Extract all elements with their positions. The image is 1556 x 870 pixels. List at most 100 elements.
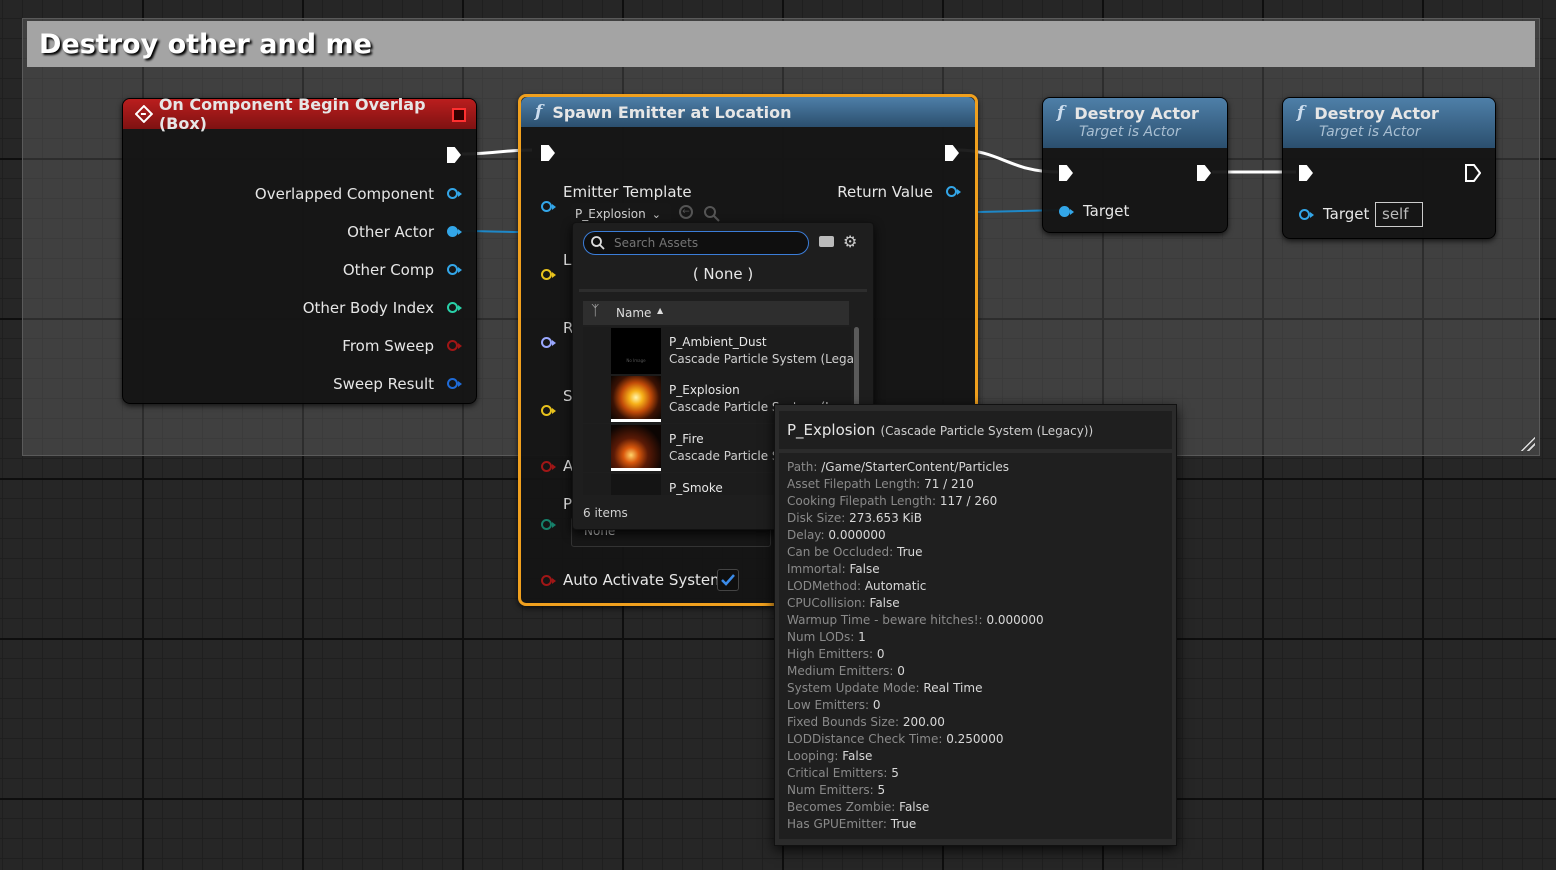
tooltip-key: LODDistance Check Time: xyxy=(787,732,943,746)
destroy1-exec-in-pin[interactable] xyxy=(1059,165,1073,181)
divider xyxy=(579,289,867,292)
tooltip-row: Warmup Time - beware hitches!: 0.000000 xyxy=(787,612,1172,629)
event-node-title: On Component Begin Overlap (Box) xyxy=(158,95,426,133)
pin-label-sweep-result: Sweep Result xyxy=(333,375,434,393)
pin-auto-activate[interactable] xyxy=(541,575,556,586)
pin-label-emitter-template: Emitter Template xyxy=(563,183,692,201)
tooltip-value: 117 / 260 xyxy=(939,494,998,508)
destroy2-target-self-field[interactable]: self xyxy=(1375,202,1423,227)
use-selected-icon[interactable]: ← xyxy=(679,205,693,219)
pin-from-sweep[interactable] xyxy=(447,340,462,351)
destroy2-target-pin[interactable] xyxy=(1299,209,1314,220)
search-input-box[interactable] xyxy=(583,231,809,255)
tooltip-title: P_Explosion xyxy=(787,421,876,439)
tooltip-row: Has GPUEmitter: True xyxy=(787,816,1172,833)
destroy-actor-subtitle-2: Target is Actor xyxy=(1319,124,1421,140)
tooltip-key: Looping: xyxy=(787,749,839,763)
tooltip-row: Can be Occluded: True xyxy=(787,544,1172,561)
function-icon: f xyxy=(535,102,543,122)
column-name-header[interactable]: Name xyxy=(616,306,651,320)
asset-name: P_Ambient_Dust xyxy=(669,335,767,349)
column-header-row[interactable]: ᛉ Name ▲ xyxy=(583,301,849,325)
tooltip-key: System Update Mode: xyxy=(787,681,920,695)
tooltip-value: False xyxy=(869,596,900,610)
pin-auto-destroy[interactable] xyxy=(541,461,556,472)
pin-overlapped-component[interactable] xyxy=(447,188,462,199)
tooltip-key: Becomes Zombie: xyxy=(787,800,896,814)
destroy-actor-header-2[interactable]: f Destroy Actor Target is Actor xyxy=(1283,98,1495,148)
search-input[interactable] xyxy=(612,235,796,251)
pin-label-other-comp: Other Comp xyxy=(342,261,434,279)
tooltip-key: CPUCollision: xyxy=(787,596,866,610)
tooltip-value: 0.000000 xyxy=(986,613,1044,627)
pin-other-body-index[interactable] xyxy=(447,302,462,313)
tooltip-row: High Emitters: 0 xyxy=(787,646,1172,663)
search-icon xyxy=(591,236,605,250)
fire-thumbnail xyxy=(611,425,661,471)
pin-emitter-template[interactable] xyxy=(541,201,556,212)
destroy-actor-header-1[interactable]: f Destroy Actor Target is Actor xyxy=(1043,98,1227,148)
no-image-thumbnail: No Image xyxy=(611,328,661,374)
explosion-thumbnail xyxy=(611,376,661,422)
pin-return-value[interactable] xyxy=(946,186,961,197)
tooltip-value: True xyxy=(890,817,917,831)
browse-search-icon[interactable] xyxy=(703,205,721,223)
tooltip-body: Path: /Game/StarterContent/Particles Asse… xyxy=(779,453,1172,839)
destroy-actor-node-1[interactable]: f Destroy Actor Target is Actor Target xyxy=(1042,97,1228,233)
tooltip-key: Warmup Time - beware hitches!: xyxy=(787,613,983,627)
asset-name: P_Explosion xyxy=(669,383,740,397)
pin-sweep-result[interactable] xyxy=(447,378,462,389)
view-options-icon[interactable]: ᛉ xyxy=(591,303,599,319)
destroy1-exec-out-pin[interactable] xyxy=(1197,165,1211,181)
tooltip-key: Immortal: xyxy=(787,562,846,576)
pin-location[interactable] xyxy=(541,269,556,280)
pin-label-other-body-index: Other Body Index xyxy=(302,299,434,317)
tooltip-row: Becomes Zombie: False xyxy=(787,799,1172,816)
delegate-pin-icon[interactable] xyxy=(452,108,466,122)
tooltip-key: Delay: xyxy=(787,528,825,542)
pin-rotation[interactable] xyxy=(541,337,556,348)
auto-activate-checkbox[interactable] xyxy=(717,569,739,591)
tooltip-value: 0.000000 xyxy=(828,528,886,542)
tooltip-key: Cooking Filepath Length: xyxy=(787,494,936,508)
folder-icon[interactable] xyxy=(819,236,834,247)
chevron-down-icon: ⌄ xyxy=(651,207,661,221)
event-node-header[interactable]: On Component Begin Overlap (Box) xyxy=(123,95,476,133)
list-scrollbar[interactable] xyxy=(854,327,859,407)
tooltip-value: False xyxy=(849,562,880,576)
function-icon: f xyxy=(1057,103,1065,123)
tooltip-value: 200.00 xyxy=(902,715,945,729)
tooltip-value: 0 xyxy=(897,664,905,678)
gear-icon[interactable]: ⚙ xyxy=(843,232,857,251)
tooltip-value: 0 xyxy=(876,647,885,661)
pin-label-auto-activate: Auto Activate System xyxy=(563,571,725,589)
destroy2-exec-out-pin[interactable] xyxy=(1465,164,1481,182)
pin-other-comp[interactable] xyxy=(447,264,462,275)
spawn-emitter-title: Spawn Emitter at Location xyxy=(552,102,792,122)
tooltip-key: LODMethod: xyxy=(787,579,861,593)
tooltip-row: Low Emitters: 0 xyxy=(787,697,1172,714)
tooltip-value: 0 xyxy=(872,698,881,712)
pin-other-actor[interactable] xyxy=(447,226,462,237)
spawn-exec-in-pin[interactable] xyxy=(541,145,555,161)
tooltip-row: Num Emitters: 5 xyxy=(787,782,1172,799)
tooltip-row: CPUCollision: False xyxy=(787,595,1172,612)
destroy1-target-pin[interactable] xyxy=(1059,206,1074,217)
destroy-actor-node-2[interactable]: f Destroy Actor Target is Actor Target se… xyxy=(1282,97,1496,239)
pin-pooling-method[interactable] xyxy=(541,519,556,530)
asset-item-ambient-dust[interactable]: No Image P_Ambient_Dust Cascade Particle… xyxy=(583,327,853,375)
asset-tooltip: P_Explosion (Cascade Particle System (Le… xyxy=(774,404,1177,846)
event-node-component-begin-overlap[interactable]: On Component Begin Overlap (Box) Overlap… xyxy=(122,95,477,404)
tooltip-value: False xyxy=(899,800,930,814)
pin-scale[interactable] xyxy=(541,405,556,416)
asset-name: P_Fire xyxy=(669,432,704,446)
event-exec-out-pin[interactable] xyxy=(447,147,461,163)
none-option[interactable]: ( None ) xyxy=(573,265,873,283)
destroy2-exec-in-pin[interactable] xyxy=(1299,165,1313,181)
spawn-exec-out-pin[interactable] xyxy=(945,145,959,161)
tooltip-key: Critical Emitters: xyxy=(787,766,888,780)
tooltip-key: Asset Filepath Length: xyxy=(787,477,921,491)
spawn-emitter-header[interactable]: f Spawn Emitter at Location xyxy=(521,97,975,127)
emitter-template-value: P_Explosion xyxy=(575,207,646,221)
tooltip-value: 0.250000 xyxy=(946,732,1004,746)
